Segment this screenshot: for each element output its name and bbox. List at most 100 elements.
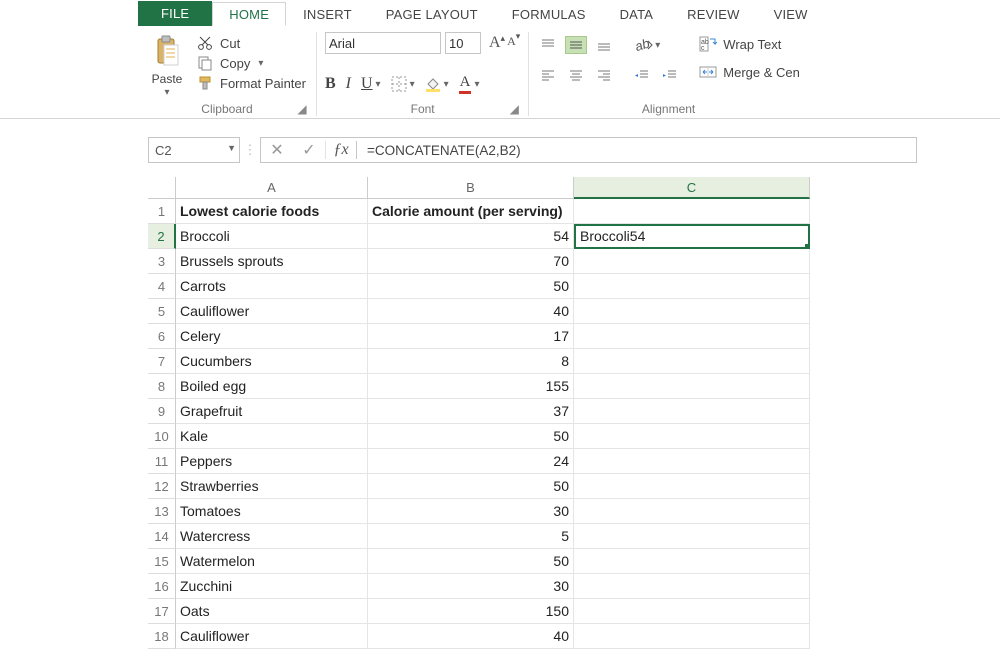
align-left-button[interactable]: [537, 66, 559, 84]
font-name-select[interactable]: [325, 32, 441, 54]
cell[interactable]: [574, 574, 810, 599]
cell[interactable]: 54: [368, 224, 574, 249]
name-box[interactable]: C2 ▼: [148, 137, 240, 163]
tab-page-layout[interactable]: PAGE LAYOUT: [369, 2, 495, 26]
cell[interactable]: Cauliflower: [176, 624, 368, 649]
row-header[interactable]: 9: [148, 399, 176, 424]
increase-indent-button[interactable]: [659, 66, 681, 84]
copy-button[interactable]: Copy ▾: [194, 54, 308, 72]
row-header[interactable]: 17: [148, 599, 176, 624]
cell[interactable]: [574, 599, 810, 624]
cell[interactable]: Lowest calorie foods: [176, 199, 368, 224]
cell[interactable]: [574, 549, 810, 574]
cell[interactable]: Cucumbers: [176, 349, 368, 374]
cell[interactable]: 8: [368, 349, 574, 374]
underline-button[interactable]: U▾: [361, 75, 381, 93]
cell[interactable]: Grapefruit: [176, 399, 368, 424]
cell[interactable]: Cauliflower: [176, 299, 368, 324]
cell[interactable]: 5: [368, 524, 574, 549]
cell[interactable]: 30: [368, 499, 574, 524]
align-right-button[interactable]: [593, 66, 615, 84]
cell[interactable]: 50: [368, 474, 574, 499]
cell[interactable]: 70: [368, 249, 574, 274]
cell[interactable]: Celery: [176, 324, 368, 349]
cell[interactable]: Watercress: [176, 524, 368, 549]
cell[interactable]: 30: [368, 574, 574, 599]
cell[interactable]: [574, 524, 810, 549]
tab-insert[interactable]: INSERT: [286, 2, 369, 26]
row-header[interactable]: 13: [148, 499, 176, 524]
row-header[interactable]: 7: [148, 349, 176, 374]
dialog-launcher-icon[interactable]: ◢: [508, 102, 520, 114]
cell[interactable]: [574, 349, 810, 374]
align-middle-button[interactable]: [565, 36, 587, 54]
cell[interactable]: Strawberries: [176, 474, 368, 499]
orientation-button[interactable]: ab▾: [631, 36, 661, 54]
decrease-font-size-button[interactable]: A▾: [507, 34, 520, 52]
col-header-A[interactable]: A: [176, 177, 368, 199]
cell[interactable]: [574, 199, 810, 224]
align-top-button[interactable]: [537, 36, 559, 54]
cancel-formula-button[interactable]: ✕: [261, 140, 293, 160]
select-all-corner[interactable]: [148, 177, 176, 199]
cell[interactable]: Boiled egg: [176, 374, 368, 399]
dialog-launcher-icon[interactable]: ◢: [296, 102, 308, 114]
row-header[interactable]: 10: [148, 424, 176, 449]
bold-button[interactable]: B: [325, 75, 336, 93]
cell[interactable]: 50: [368, 424, 574, 449]
row-header[interactable]: 12: [148, 474, 176, 499]
row-header[interactable]: 5: [148, 299, 176, 324]
cell[interactable]: [574, 249, 810, 274]
merge-center-button[interactable]: Merge & Cen: [699, 64, 800, 80]
tab-view[interactable]: VIEW: [757, 2, 825, 26]
cell[interactable]: 150: [368, 599, 574, 624]
insert-function-button[interactable]: ƒx: [325, 141, 357, 159]
cell[interactable]: Peppers: [176, 449, 368, 474]
cell[interactable]: 50: [368, 274, 574, 299]
row-header[interactable]: 1: [148, 199, 176, 224]
cell[interactable]: [574, 399, 810, 424]
fill-color-button[interactable]: ▾: [425, 76, 449, 92]
formula-input[interactable]: =CONCATENATE(A2,B2): [357, 137, 917, 163]
font-color-button[interactable]: A ▾: [459, 74, 480, 94]
cell[interactable]: [574, 499, 810, 524]
borders-button[interactable]: ▾: [391, 76, 415, 92]
row-header[interactable]: 18: [148, 624, 176, 649]
accept-formula-button[interactable]: ✓: [293, 140, 325, 160]
col-header-C[interactable]: C: [574, 177, 810, 199]
row-header[interactable]: 11: [148, 449, 176, 474]
format-painter-button[interactable]: Format Painter: [194, 74, 308, 92]
active-cell[interactable]: Broccoli54: [574, 224, 810, 249]
cell[interactable]: 37: [368, 399, 574, 424]
cell[interactable]: [574, 374, 810, 399]
row-header[interactable]: 15: [148, 549, 176, 574]
cell[interactable]: Carrots: [176, 274, 368, 299]
cell[interactable]: Brussels sprouts: [176, 249, 368, 274]
cell[interactable]: 50: [368, 549, 574, 574]
row-header[interactable]: 6: [148, 324, 176, 349]
row-header[interactable]: 4: [148, 274, 176, 299]
tab-data[interactable]: DATA: [603, 2, 671, 26]
cell[interactable]: Tomatoes: [176, 499, 368, 524]
paste-button[interactable]: Paste ▾: [146, 32, 188, 98]
font-size-select[interactable]: [445, 32, 481, 54]
cell[interactable]: 40: [368, 624, 574, 649]
cut-button[interactable]: Cut: [194, 34, 308, 52]
italic-button[interactable]: I: [346, 75, 351, 93]
tab-review[interactable]: REVIEW: [670, 2, 756, 26]
tab-home[interactable]: HOME: [212, 2, 286, 26]
decrease-indent-button[interactable]: [631, 66, 653, 84]
cell[interactable]: [574, 424, 810, 449]
tab-formulas[interactable]: FORMULAS: [495, 2, 603, 26]
cell[interactable]: 155: [368, 374, 574, 399]
cell[interactable]: [574, 324, 810, 349]
cell[interactable]: Zucchini: [176, 574, 368, 599]
row-header[interactable]: 14: [148, 524, 176, 549]
cell[interactable]: Oats: [176, 599, 368, 624]
cell[interactable]: [574, 274, 810, 299]
tab-file[interactable]: FILE: [138, 1, 212, 26]
align-bottom-button[interactable]: [593, 36, 615, 54]
col-header-B[interactable]: B: [368, 177, 574, 199]
cell[interactable]: Calorie amount (per serving): [368, 199, 574, 224]
cell[interactable]: 24: [368, 449, 574, 474]
